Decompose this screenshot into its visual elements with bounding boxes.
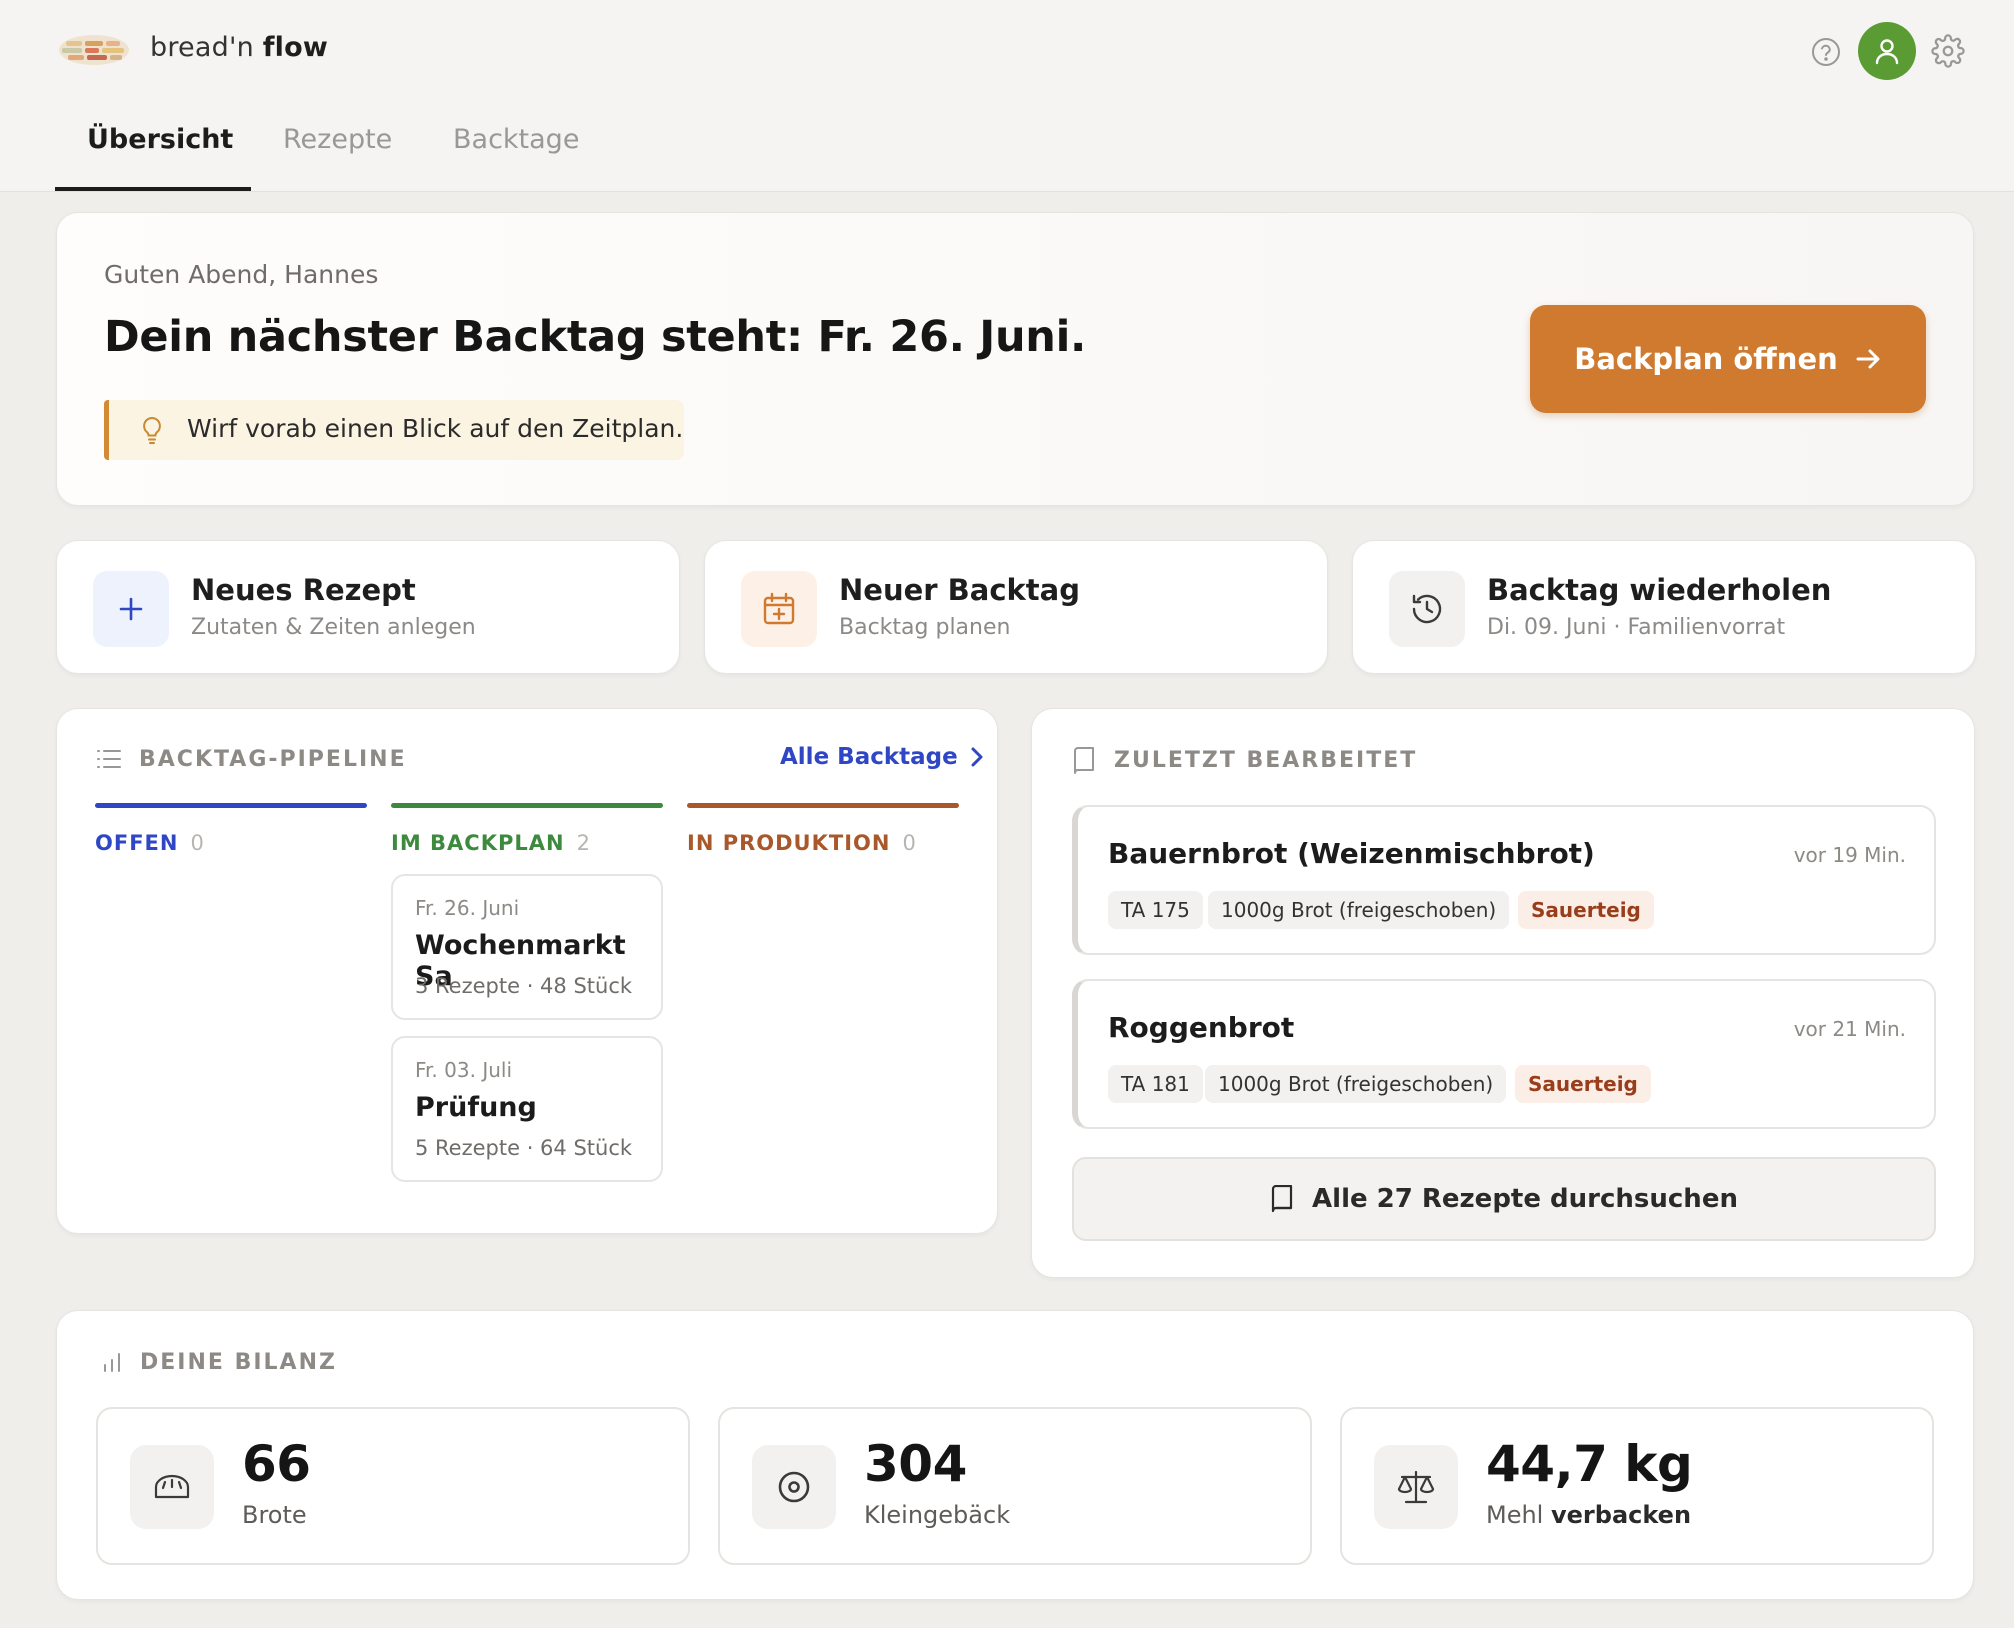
bakeday-date: Fr. 03. Juli [415, 1058, 513, 1082]
recipe-tag-sourdough: Sauerteig [1518, 891, 1654, 929]
chevron-right-icon [971, 747, 983, 767]
tip-banner: Wirf vorab einen Blick auf den Zeitplan. [104, 400, 684, 460]
user-avatar[interactable] [1858, 22, 1916, 80]
quick-action-subtitle: Zutaten & Zeiten anlegen [191, 615, 476, 640]
column-bar-im-backplan [391, 803, 663, 808]
quick-action-new-bakeday[interactable]: Neuer Backtag Backtag planen [704, 540, 1328, 674]
plus-icon [93, 571, 169, 647]
stat-label: Kleingebäck [864, 1501, 1011, 1529]
recipe-item[interactable]: Roggenbrot vor 21 Min. TA 181 1000g Brot… [1072, 979, 1936, 1129]
bakeday-meta: 5 Rezepte · 64 Stück [415, 1136, 633, 1160]
stat-label: Brote [242, 1501, 307, 1529]
bread-icon [130, 1445, 214, 1529]
stat-brote: 66 Brote [96, 1407, 690, 1565]
stat-mehl: 44,7 kg Mehl verbacken [1340, 1407, 1934, 1565]
bakeday-card[interactable]: Fr. 03. Juli Prüfung 5 Rezepte · 64 Stüc… [391, 1036, 663, 1182]
browse-recipes-label: Alle 27 Rezepte durchsuchen [1312, 1184, 1738, 1214]
user-icon [1875, 39, 1899, 65]
quick-action-title: Neues Rezept [191, 573, 416, 607]
quick-action-new-recipe[interactable]: Neues Rezept Zutaten & Zeiten anlegen [56, 540, 680, 674]
recipe-name: Bauernbrot (Weizenmischbrot) [1108, 837, 1595, 870]
bakeday-meta: 3 Rezepte · 48 Stück [415, 974, 633, 998]
quick-action-title: Backtag wiederholen [1487, 573, 1832, 607]
recipe-tag: 1000g Brot (freigeschoben) [1205, 1065, 1507, 1103]
recent-label: ZULETZT BEARBEITET [1114, 748, 1418, 773]
recipe-tag-sourdough: Sauerteig [1515, 1065, 1651, 1103]
lightbulb-icon [139, 415, 165, 445]
recipe-tag: TA 181 [1108, 1065, 1203, 1103]
bilanz-label: DEINE BILANZ [140, 1350, 337, 1375]
open-backplan-label: Backplan öffnen [1574, 342, 1838, 376]
bilanz-card: DEINE BILANZ 66 Brote 304 Kleingebäck 44… [56, 1310, 1974, 1600]
tab-backtage[interactable]: Backtage [453, 124, 579, 155]
pipeline-label: BACKTAG-PIPELINE [139, 747, 407, 772]
tab-rezepte[interactable]: Rezepte [283, 124, 392, 155]
stat-label: Mehl verbacken [1486, 1501, 1692, 1529]
history-icon [1389, 571, 1465, 647]
stat-value: 66 [242, 1435, 311, 1493]
brand-name[interactable]: bread'n flow [150, 32, 328, 63]
tab-uebersicht[interactable]: Übersicht [87, 124, 233, 155]
recipe-time: vor 21 Min. [1793, 1017, 1906, 1041]
recipe-item[interactable]: Bauernbrot (Weizenmischbrot) vor 19 Min.… [1072, 805, 1936, 955]
scale-icon [1374, 1445, 1458, 1529]
recipe-name: Roggenbrot [1108, 1011, 1295, 1044]
column-header-im-backplan[interactable]: IM BACKPLAN 2 [391, 831, 591, 855]
book-icon [1072, 747, 1096, 775]
stat-value: 304 [864, 1435, 967, 1493]
quick-action-subtitle: Di. 09. Juni · Familienvorrat [1487, 615, 1786, 640]
active-tab-indicator [55, 187, 251, 191]
list-icon [96, 748, 122, 770]
bar-chart-icon [101, 1351, 123, 1373]
recipe-tag: 1000g Brot (freigeschoben) [1208, 891, 1510, 929]
quick-action-subtitle: Backtag planen [839, 615, 1011, 640]
arrow-right-icon [1856, 349, 1880, 369]
column-header-in-produktion[interactable]: IN PRODUKTION 0 [687, 831, 917, 855]
browse-recipes-button[interactable]: Alle 27 Rezepte durchsuchen [1072, 1157, 1936, 1241]
all-bakedays-label: Alle Backtage [780, 744, 958, 770]
column-bar-offen [95, 803, 367, 808]
stat-kleingebaeck: 304 Kleingebäck [718, 1407, 1312, 1565]
top-bar [0, 0, 2014, 192]
calendar-plus-icon [741, 571, 817, 647]
hero-title: Dein nächster Backtag steht: Fr. 26. Jun… [104, 312, 1087, 362]
logo-icon [58, 34, 130, 66]
column-bar-in-produktion [687, 803, 959, 808]
quick-action-repeat-bakeday[interactable]: Backtag wiederholen Di. 09. Juni · Famil… [1352, 540, 1976, 674]
open-backplan-button[interactable]: Backplan öffnen [1530, 305, 1926, 413]
help-icon[interactable] [1810, 36, 1842, 68]
column-header-offen[interactable]: OFFEN 0 [95, 831, 205, 855]
all-bakedays-link[interactable]: Alle Backtage [780, 744, 984, 770]
recipe-tag: TA 175 [1108, 891, 1203, 929]
greeting: Guten Abend, Hannes [104, 260, 379, 289]
recent-card: ZULETZT BEARBEITET Bauernbrot (Weizenmis… [1031, 708, 1975, 1278]
tip-text: Wirf vorab einen Blick auf den Zeitplan. [187, 414, 684, 443]
quick-action-title: Neuer Backtag [839, 573, 1080, 607]
bakeday-date: Fr. 26. Juni [415, 896, 520, 920]
bakeday-card[interactable]: Fr. 26. Juni Wochenmarkt Sa 3 Rezepte · … [391, 874, 663, 1020]
gear-icon[interactable] [1931, 34, 1965, 68]
stat-value: 44,7 kg [1486, 1435, 1693, 1493]
bakeday-name: Prüfung [415, 1092, 537, 1123]
recipe-time: vor 19 Min. [1793, 843, 1906, 867]
book-icon [1271, 1185, 1293, 1213]
roll-icon [752, 1445, 836, 1529]
